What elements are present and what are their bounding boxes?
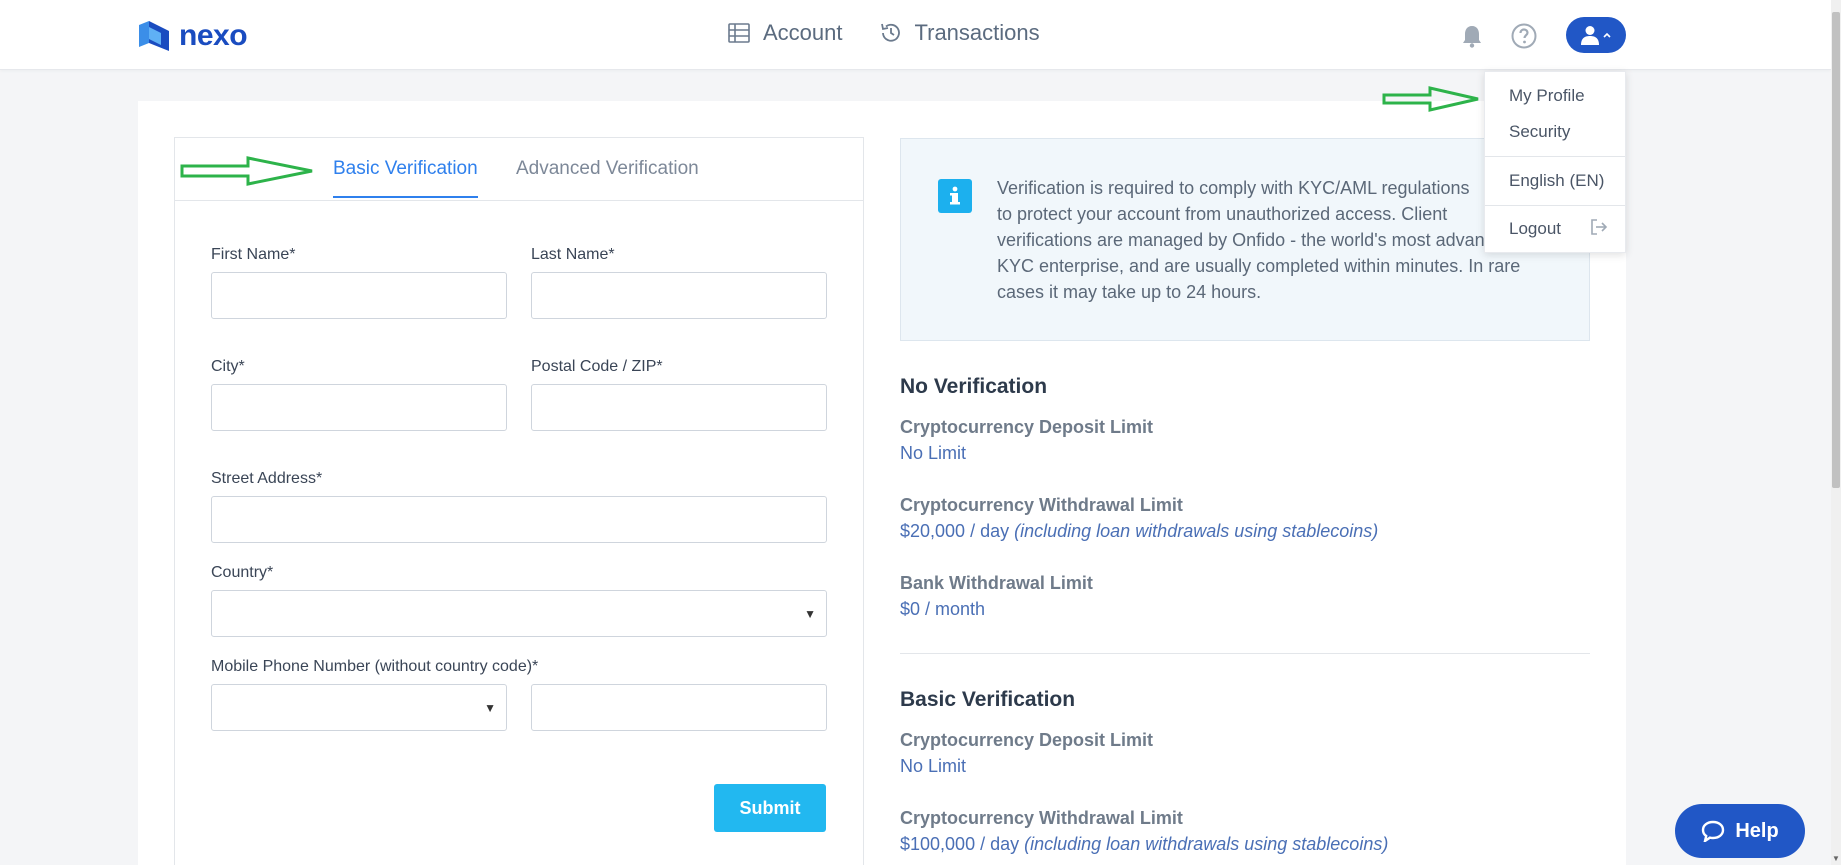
basic-verification-withdrawal-amount: $100,000 / day [900,834,1020,854]
country-select[interactable]: ▼ [211,590,827,637]
menu-item-my-profile[interactable]: My Profile [1509,86,1585,106]
help-circle-icon[interactable] [1511,23,1537,49]
menu-item-logout[interactable]: Logout [1509,219,1561,239]
nexo-logo-icon [139,21,169,51]
info-icon [938,179,972,213]
city-label: City* [211,358,245,375]
street-address-label: Street Address* [211,470,323,487]
table-icon [728,23,750,43]
user-icon [1581,26,1599,45]
phone-label: Mobile Phone Number (without country cod… [211,658,539,675]
dropdown-arrow-icon: ▼ [804,607,816,621]
logo-text: nexo [179,19,248,52]
basic-verification-deposit-label: Cryptocurrency Deposit Limit [900,730,1154,750]
main-nav: Account Transactions [727,20,1040,46]
help-widget-button[interactable]: Help [1675,804,1805,858]
postal-code-input[interactable] [531,384,827,431]
nav-account[interactable]: Account [727,20,843,46]
phone-country-code-select[interactable]: ▼ [211,684,507,731]
nav-account-label: Account [763,20,843,45]
basic-verification-withdrawal-label: Cryptocurrency Withdrawal Limit [900,808,1183,828]
basic-verification-withdrawal-note: (including loan withdrawals using stable… [1024,834,1389,854]
tab-basic-verification[interactable]: Basic Verification [333,158,478,198]
country-label: Country* [211,564,274,581]
last-name-input[interactable] [531,272,827,319]
basic-verification-deposit-value: No Limit [900,756,967,776]
nav-transactions-label: Transactions [914,20,1040,45]
menu-item-security[interactable]: Security [1509,122,1570,142]
top-header: nexo Account Transactions [0,0,1831,70]
no-verification-deposit-label: Cryptocurrency Deposit Limit [900,417,1154,437]
no-verification-withdrawal-amount: $20,000 / day [900,521,1010,541]
no-verification-title: No Verification [900,375,1048,398]
menu-item-language[interactable]: English (EN) [1509,171,1604,191]
menu-divider [1485,156,1625,157]
no-verification-withdrawal-value: $20,000 / day (including loan withdrawal… [900,521,1378,542]
history-icon [880,23,900,42]
basic-verification-withdrawal-value: $100,000 / day (including loan withdrawa… [900,834,1388,855]
phone-number-input[interactable] [531,684,827,731]
no-verification-withdrawal-note: (including loan withdrawals using stable… [1014,521,1379,541]
section-divider [900,653,1590,654]
tab-advanced-verification[interactable]: Advanced Verification [516,158,699,196]
nav-transactions[interactable]: Transactions [879,20,1040,46]
no-verification-bank-value: $0 / month [900,599,986,619]
first-name-input[interactable] [211,272,507,319]
page-scrollbar[interactable]: ▼ [1831,0,1841,865]
submit-button[interactable]: Submit [714,784,826,832]
scrollbar-thumb[interactable] [1832,12,1840,488]
chevron-up-icon [1603,32,1611,38]
scroll-down-arrow-icon[interactable]: ▼ [1832,854,1840,863]
no-verification-deposit-value: No Limit [900,443,967,463]
no-verification-withdrawal-label: Cryptocurrency Withdrawal Limit [900,495,1183,515]
menu-divider [1485,205,1625,206]
user-menu-button[interactable] [1566,17,1626,53]
no-verification-bank-label: Bank Withdrawal Limit [900,573,1093,593]
last-name-label: Last Name* [531,246,615,263]
basic-verification-title: Basic Verification [900,688,1076,711]
bell-icon[interactable] [1461,24,1483,48]
help-widget-label: Help [1735,819,1779,842]
postal-code-label: Postal Code / ZIP* [531,358,663,375]
logout-icon[interactable] [1590,219,1608,235]
annotation-arrow-icon [1382,86,1479,112]
city-input[interactable] [211,384,507,431]
nexo-logo[interactable]: nexo [137,19,248,53]
annotation-arrow-icon [180,156,313,186]
first-name-label: First Name* [211,246,296,263]
chat-bubble-icon [1702,820,1725,842]
dropdown-arrow-icon: ▼ [484,701,496,715]
street-address-input[interactable] [211,496,827,543]
